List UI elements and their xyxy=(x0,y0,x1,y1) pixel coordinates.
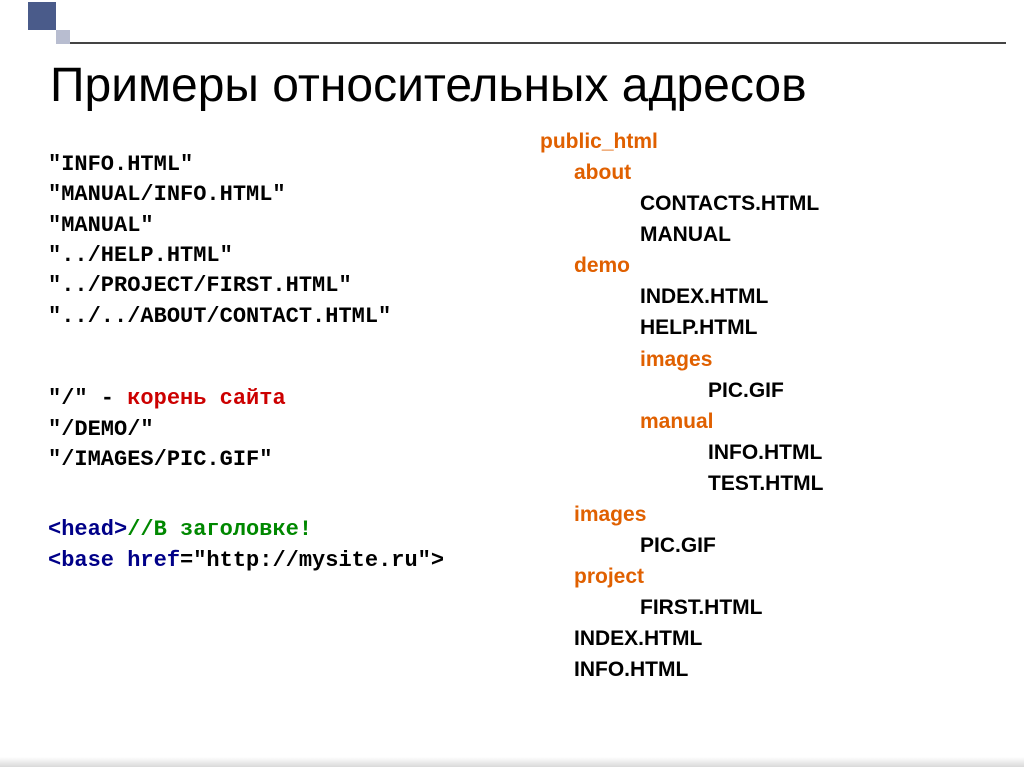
root-prefix: "/" - xyxy=(48,386,127,411)
tag-base-href: ="http://mysite.ru"> xyxy=(180,548,444,573)
file-item: INDEX.HTML xyxy=(574,623,980,654)
bottom-shadow xyxy=(0,757,1024,767)
file-item: FIRST.HTML xyxy=(640,592,980,623)
right-column: public_html aboutCONTACTS.HTMLMANUALdemo… xyxy=(540,126,980,685)
tag-head: <head> xyxy=(48,517,127,542)
folder-item: images xyxy=(574,499,980,530)
tag-base: <base href xyxy=(48,548,180,573)
file-item: TEST.HTML xyxy=(708,468,980,499)
path-item: "../../about/contact.html" xyxy=(48,302,518,332)
file-item: HELP.HTML xyxy=(640,312,980,343)
comment: //В заголовке! xyxy=(127,517,312,542)
folder-item: about xyxy=(574,157,980,188)
file-item: MANUAL xyxy=(640,219,980,250)
file-item: PIC.GIF xyxy=(640,530,980,561)
deco-square-large xyxy=(28,2,56,30)
left-column: "info.html" "manual/info.html" "manual" … xyxy=(48,150,518,576)
folder-item: demo xyxy=(574,250,980,281)
root-example: "/demo/" xyxy=(48,415,518,445)
folder-item: project xyxy=(574,561,980,592)
code-line: <base href="http://mysite.ru"> xyxy=(48,546,518,576)
path-item: "manual" xyxy=(48,211,518,241)
slide-decoration xyxy=(0,0,1024,48)
slide-title: Примеры относительных адресов xyxy=(50,58,807,113)
folder-item: manual xyxy=(640,406,980,437)
folder-item: images xyxy=(640,344,980,375)
tree-body: aboutCONTACTS.HTMLMANUALdemoINDEX.HTMLHE… xyxy=(540,157,980,685)
path-item: "info.html" xyxy=(48,150,518,180)
root-example: "/images/pic.gif" xyxy=(48,445,518,475)
path-item: "../help.html" xyxy=(48,241,518,271)
root-label-line: "/" - корень сайта xyxy=(48,384,518,414)
tree-root: public_html xyxy=(540,126,980,157)
path-item: "../project/first.html" xyxy=(48,271,518,301)
root-label: корень сайта xyxy=(127,386,285,411)
file-item: INFO.HTML xyxy=(574,654,980,685)
deco-square-small xyxy=(56,30,70,44)
deco-line xyxy=(70,42,1006,44)
file-item: INDEX.HTML xyxy=(640,281,980,312)
path-item: "manual/info.html" xyxy=(48,180,518,210)
file-item: INFO.HTML xyxy=(708,437,980,468)
code-line: <head>//В заголовке! xyxy=(48,515,518,545)
file-item: PIC.GIF xyxy=(708,375,980,406)
file-item: CONTACTS.HTML xyxy=(640,188,980,219)
